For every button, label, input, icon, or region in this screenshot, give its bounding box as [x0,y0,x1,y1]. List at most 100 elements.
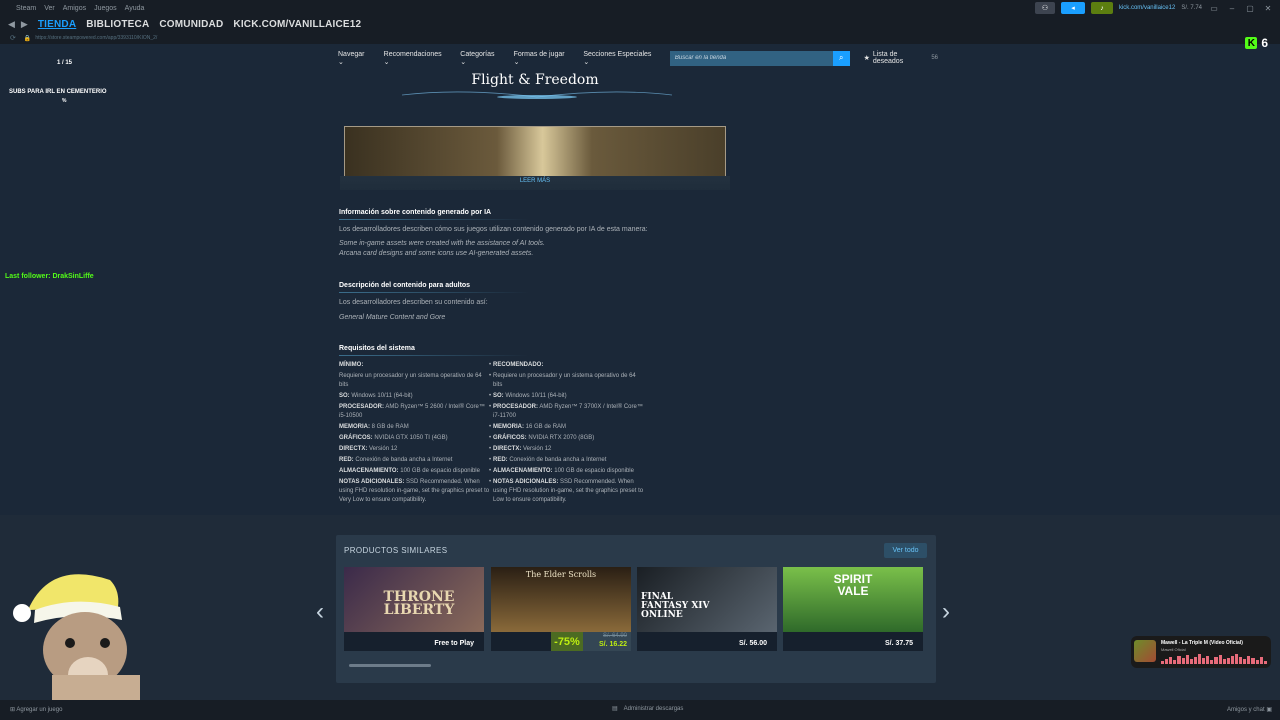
lock-icon: 🔒 [23,35,32,42]
adult-section-desc: General Mature Content and Gore [339,314,446,321]
carousel-next-icon[interactable]: › [942,598,950,626]
wallet-balance: S/. 7.74 [1181,5,1202,11]
friends-chat-button[interactable]: Amigos y chat ▣ [1227,706,1272,713]
broadcast-icon[interactable]: ◂ [1060,2,1085,14]
now-playing-widget: Mawell - La Triple M (Video Oficial) Maw… [1131,636,1271,668]
store-nav: Navegar ⌄ Recomendaciones ⌄ Categorías ⌄… [338,50,938,66]
account-name[interactable]: kick.com/vanillaice12 [1119,5,1175,11]
card-image-ffxiv: FINAL FANTASY XIV ONLINE [637,567,777,632]
subs-goal-title: SUBS PARA IRL EN CEMENTERIO [9,89,107,95]
read-more-link[interactable]: LEER MÁS [340,178,730,184]
back-arrow-icon[interactable]: ◀ [8,19,15,30]
add-game-button[interactable]: ⊞ Agregar un juego [10,706,62,713]
requirements-rec: • RECOMENDADO: • Requiere un procesador y … [489,361,645,507]
tab-comunidad[interactable]: COMUNIDAD [159,19,223,30]
req-rec-row: • MEMORIA: 16 GB de RAM [489,424,567,430]
carousel-scrollbar[interactable] [349,664,431,667]
banner-ornament [402,91,672,99]
req-rec-row: • GRÁFICOS: NVIDIA RTX 2070 (8GB) [489,435,595,441]
bottom-bar: ⊞ Agregar un juego ▤ Administrar descarga… [0,700,1280,720]
notification-bell-icon[interactable]: ♪ [1090,2,1113,14]
reload-icon[interactable]: ⟳ [10,34,16,42]
card-image-elder-scrolls: The Elder Scrolls [491,567,631,632]
req-rec-row: • RED: Conexión de banda ancha a Internet [489,457,607,463]
carousel-prev-icon[interactable]: ‹ [316,598,324,626]
wishlist-label: Lista de deseados [872,51,904,65]
divider [339,292,529,293]
search-icon[interactable]: ⌕ [832,50,850,66]
menu-ver[interactable]: Ver [44,5,55,12]
card-price: S/. 37.75 [884,640,913,647]
adult-section-intro: Los desarrolladores describen su conteni… [339,299,488,306]
req-min-row: MEMORIA: 8 GB de RAM [339,424,409,430]
discount-prices: S/. 64.90 S/. 16.22 [583,632,631,651]
original-price: S/. 64.90 [602,633,627,639]
req-min-row: Requiere un procesador y un sistema oper… [339,373,482,388]
similar-product-card[interactable]: The Elder Scrolls -75% S/. 64.90 S/. 16.… [491,567,631,651]
tab-profile[interactable]: KICK.COM/VANILLAICE12 [233,19,361,30]
goal-counter: 1 / 15 [57,60,73,66]
store-nav-navegar[interactable]: Navegar ⌄ [338,51,372,66]
store-nav-recomendaciones[interactable]: Recomendaciones ⌄ [384,51,449,66]
maximize-icon[interactable]: ▢ [1244,4,1256,13]
req-rec-row: • Requiere un procesador y un sistema ope… [489,373,636,388]
minimize-icon[interactable]: – [1226,4,1238,13]
store-nav-categorias[interactable]: Categorías ⌄ [460,51,501,66]
store-search-input[interactable] [669,55,833,61]
req-min-row: DIRECTX: Versión 12 [339,446,398,452]
adult-section-title: Descripción del contenido para adultos [339,282,471,289]
wishlist-link[interactable]: ★ Lista de deseados 56 [864,51,938,65]
similar-product-card[interactable]: THRONE LIBERTY Free to Play [344,567,484,651]
bullet: • [489,362,492,368]
req-rec-row: • DIRECTX: Versión 12 [489,446,552,452]
final-price: S/. 16.22 [598,641,627,648]
banner-image [344,126,726,176]
store-nav-secciones-especiales[interactable]: Secciones Especiales ⌄ [583,51,658,66]
star-icon: ★ [863,55,870,62]
tab-biblioteca[interactable]: BIBLIOTECA [86,19,149,30]
ai-line-1: Some in-game assets were created with th… [339,240,545,247]
downloads-icon: ▤ [612,706,618,712]
see-all-button[interactable]: Ver todo [884,543,927,558]
audio-visualizer [1161,654,1267,664]
discount-badge: -75% [551,632,583,651]
last-follower: Last follower: DrakSinLiffe [5,273,94,280]
ai-section-title: Información sobre contenido generado por… [339,209,492,216]
menu-ayuda[interactable]: Ayuda [125,5,145,12]
req-rec-row: • PROCESADOR: AMD Ryzen™ 7 3700X / Intel®… [489,404,643,419]
menu-juegos[interactable]: Juegos [94,5,117,12]
track-title: Mawell - La Triple M (Video Oficial) [1161,640,1243,646]
forward-arrow-icon[interactable]: ▶ [21,19,28,30]
req-min-row: RED: Conexión de banda ancha a Internet [339,457,453,463]
kick-count: 6 [1261,36,1268,50]
similar-product-card[interactable]: FINAL FANTASY XIV ONLINE S/. 56.00 [637,567,777,651]
req-rec-row: • ALMACENAMIENTO: 100 GB de espacio dispo… [489,468,634,474]
cat-overlay-image [13,574,140,720]
menu-amigos[interactable]: Amigos [63,5,86,12]
big-picture-icon[interactable]: ▭ [1208,4,1220,13]
requirements-min: MÍNIMO: Requiere un procesador y un sist… [339,361,491,507]
req-rec-row: • NOTAS ADICIONALES: SSD Recommended. Whe… [489,479,644,503]
ai-line-2: Arcana card designs and some icons use A… [339,250,534,257]
url-text[interactable]: https://store.steampowered.com/app/33931… [35,35,157,41]
divider [339,219,529,220]
divider [339,355,529,356]
req-rec-row: • SO: Windows 10/11 (64-bit) [489,393,567,399]
close-icon[interactable]: ✕ [1262,4,1274,13]
kick-logo-icon: K [1245,37,1258,49]
manage-downloads-button[interactable]: ▤ Administrar descargas [612,705,683,713]
req-min-row: GRÁFICOS: NVIDIA GTX 1050 TI (4GB) [339,435,448,441]
tab-tienda[interactable]: TIENDA [38,19,76,30]
card-price: S/. 56.00 [738,640,767,647]
friends-icon[interactable]: ⚇ [1034,2,1055,14]
similar-product-card[interactable]: SPIRIT VALE S/. 37.75 [783,567,923,651]
menu-steam[interactable]: Steam [16,5,36,12]
req-min-row: PROCESADOR: AMD Ryzen™ 5 2600 / Intel® C… [339,404,485,419]
main-nav: ◀ ▶ TIENDA BIBLIOTECA COMUNIDAD KICK.COM… [0,16,1280,32]
req-min-row: ALMACENAMIENTO: 100 GB de espacio dispon… [339,468,480,474]
store-search [669,50,833,66]
req-min-row: NOTAS ADICIONALES: SSD Recommended. When… [339,479,490,503]
subs-goal-percent: % [62,98,67,104]
store-nav-formas-de-jugar[interactable]: Formas de jugar ⌄ [514,51,572,66]
card-image-spirit-vale: SPIRIT VALE [783,567,923,632]
